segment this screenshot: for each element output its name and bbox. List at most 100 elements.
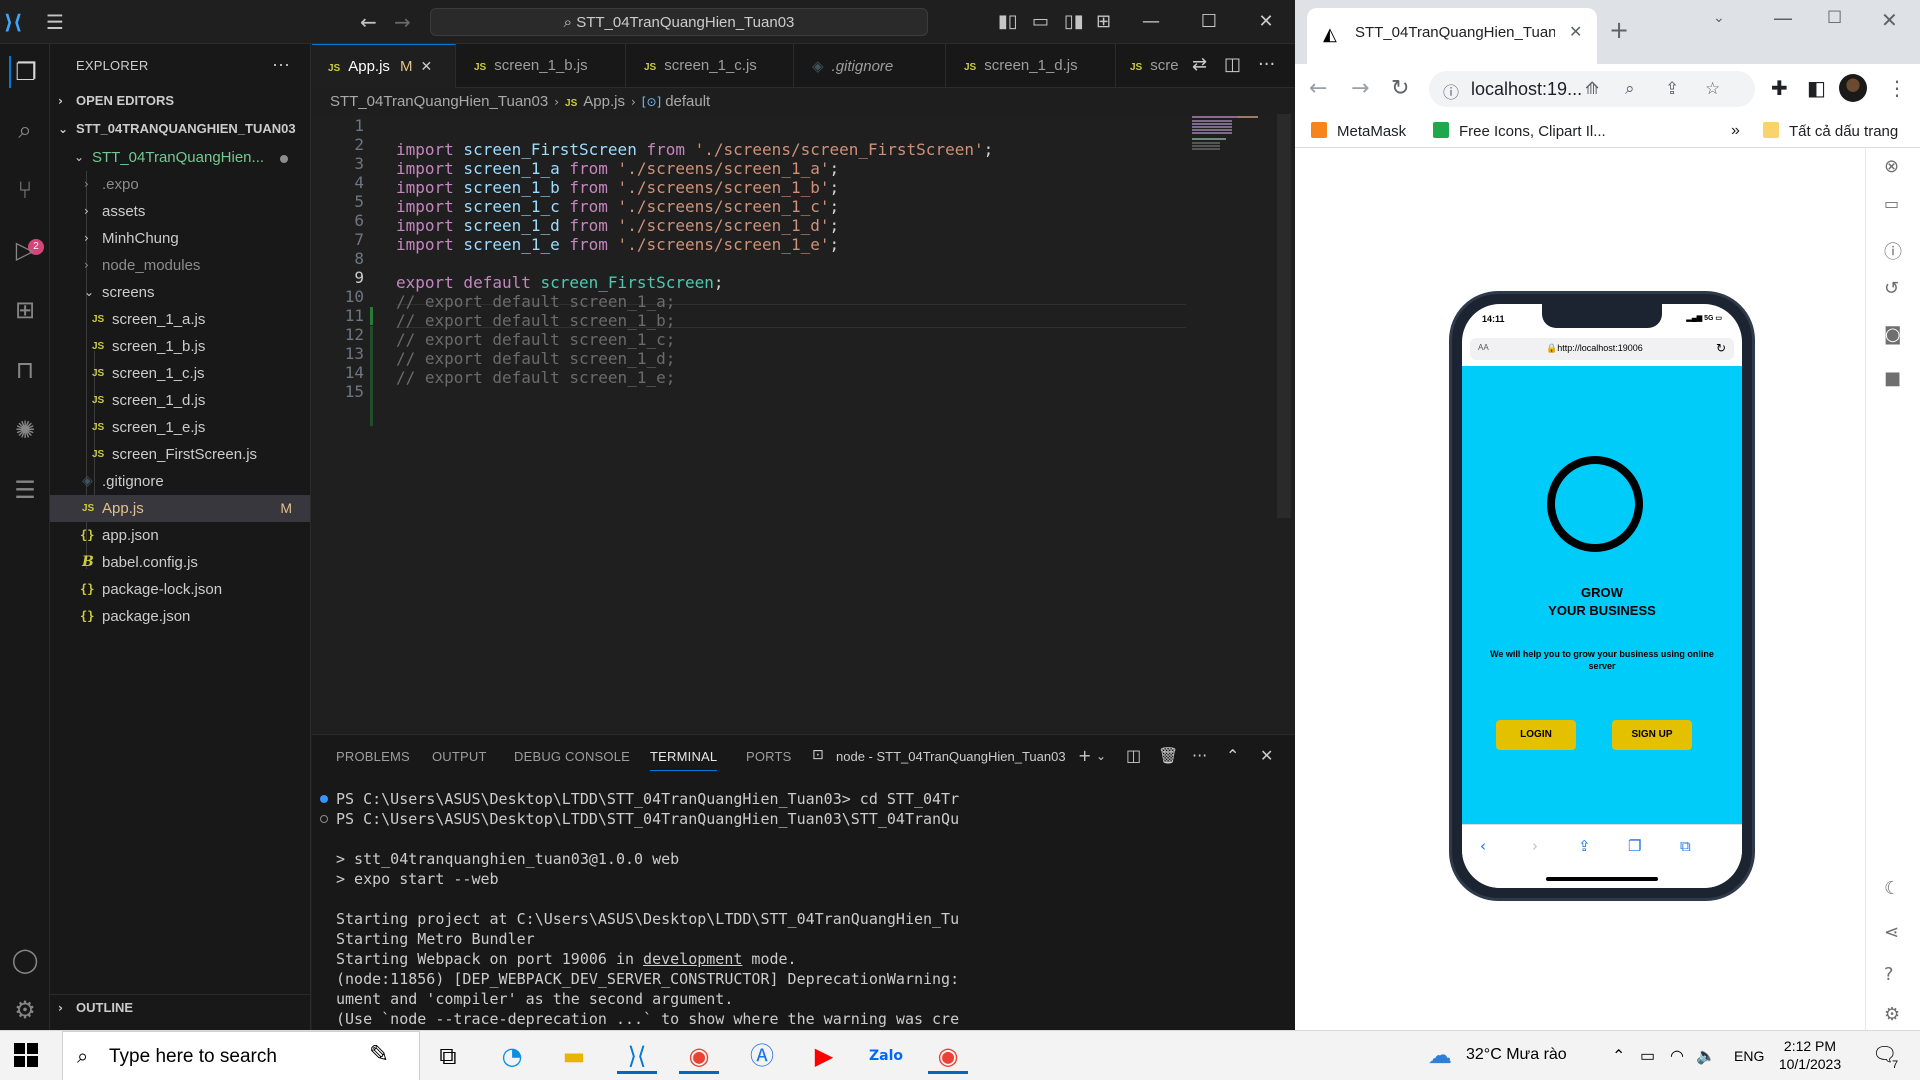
bookmark-free-icons[interactable]: Free Icons, Clipart Il... <box>1433 122 1606 140</box>
project-folder[interactable]: ⌄ STT_04TranQuangHien... <box>50 144 310 171</box>
share-icon[interactable]: ⇪ <box>1665 79 1679 99</box>
tree-item-package-lock[interactable]: {} package-lock.json <box>50 576 310 603</box>
editor-scrollbar[interactable] <box>1277 114 1291 518</box>
share-icon[interactable]: ⇪ <box>1578 837 1591 855</box>
toggle-sidebar-icon[interactable]: ▮▯ <box>998 10 1018 34</box>
hamburger-menu-icon[interactable]: ☰ <box>46 10 64 34</box>
zoom-icon[interactable]: ⌕ <box>1625 79 1635 99</box>
open-changes-icon[interactable]: ⇄ <box>1192 54 1207 75</box>
back-arrow-icon[interactable]: ← <box>1309 76 1327 101</box>
edge-icon[interactable]: ◔ <box>492 1038 532 1074</box>
bookmark-icon[interactable]: ⊓ <box>9 354 41 386</box>
reader-aa[interactable]: AA <box>1478 343 1489 352</box>
toggle-secondary-sidebar-icon[interactable]: ▯▮ <box>1064 10 1084 34</box>
avatar[interactable] <box>1839 74 1867 102</box>
settings-gear-icon[interactable]: ⚙ <box>1884 1004 1900 1025</box>
breadcrumb-folder[interactable]: STT_04TranQuangHien_Tuan03 <box>330 93 548 110</box>
forward-arrow-icon[interactable]: → <box>1351 76 1369 101</box>
camera-icon[interactable]: ◙ <box>1884 324 1901 345</box>
tree-item-screens[interactable]: ⌄ screens <box>50 279 310 306</box>
minimize-button[interactable]: — <box>1773 6 1793 30</box>
forward-arrow-icon[interactable]: → <box>394 10 411 34</box>
chrome-profile-icon[interactable]: ◉ <box>928 1038 968 1074</box>
wifi-icon[interactable]: ◠ <box>1670 1046 1684 1066</box>
language-indicator[interactable]: ENG <box>1734 1048 1764 1064</box>
tree-item-screen-firstscreen[interactable]: JS screen_FirstScreen.js <box>50 441 310 468</box>
tab-problems[interactable]: PROBLEMS <box>336 749 410 764</box>
device-frame-icon[interactable]: ▭ <box>1884 194 1899 213</box>
site-info-icon[interactable]: ⓘ <box>1443 79 1459 103</box>
workspace-section[interactable]: ⌄ STT_04TRANQUANGHIEN_TUAN03 <box>50 116 311 142</box>
terminal-name[interactable]: node - STT_04TranQuangHien_Tuan03 <box>836 749 1066 764</box>
reload-icon[interactable]: ↻ <box>1716 341 1726 355</box>
close-window-button[interactable]: ✕ <box>1881 8 1898 32</box>
zalo-icon[interactable]: Zalo <box>866 1038 906 1074</box>
tab-app-js[interactable]: JS App.js M ✕ <box>312 44 456 88</box>
tab-output[interactable]: OUTPUT <box>432 749 487 764</box>
all-bookmarks-folder[interactable]: Tất cả dấu trang <box>1763 122 1898 140</box>
tab-overflow[interactable]: JS scre <box>1116 44 1186 88</box>
phone-address-bar[interactable]: AA 🔒http://localhost:19006 ↻ <box>1470 338 1734 360</box>
forward-arrow-icon[interactable]: › <box>1532 837 1538 855</box>
app-store-icon[interactable]: Ⓐ <box>742 1038 782 1074</box>
more-actions-icon[interactable]: ··· <box>1192 746 1207 765</box>
battery-icon[interactable]: ▭ <box>1640 1046 1655 1066</box>
tree-item-assets[interactable]: › assets <box>50 198 310 225</box>
trash-icon[interactable]: 🗑 <box>1158 746 1178 765</box>
customize-layout-icon[interactable]: ⊞ <box>1096 10 1111 34</box>
chrome-icon[interactable]: ◉ <box>679 1038 719 1074</box>
minimize-button[interactable]: — <box>1122 0 1180 44</box>
tree-item-expo[interactable]: › .expo <box>50 171 310 198</box>
video-icon[interactable]: ■ <box>1884 368 1901 389</box>
toggle-panel-icon[interactable]: ▭ <box>1032 10 1049 34</box>
tree-item-screen-1-c[interactable]: JS screen_1_c.js <box>50 360 310 387</box>
login-button[interactable]: LOGIN <box>1496 720 1576 750</box>
side-panel-icon[interactable]: ◧ <box>1807 76 1826 100</box>
breadcrumb-file[interactable]: App.js <box>583 93 625 110</box>
tab-screen-1-c[interactable]: JS screen_1_c.js <box>626 44 794 88</box>
volume-icon[interactable]: 🔈 <box>1696 1046 1716 1066</box>
windows-start-icon[interactable] <box>14 1043 38 1067</box>
chevron-down-icon[interactable]: ⌄ <box>1096 749 1106 763</box>
split-terminal-icon[interactable]: ◫ <box>1126 746 1141 765</box>
more-actions-icon[interactable]: ··· <box>272 54 290 75</box>
reload-icon[interactable]: ↻ <box>1391 76 1409 101</box>
code-editor[interactable]: 1 2 3 4 5 6 7 8 9 10 11 12 13 14 15 impo… <box>312 114 1295 732</box>
timeline-icon[interactable]: ☰ <box>9 474 41 506</box>
more-actions-icon[interactable]: ··· <box>1258 54 1275 75</box>
tab-screen-1-b[interactable]: JS screen_1_b.js <box>456 44 626 88</box>
command-center[interactable]: ⌕ STT_04TranQuangHien_Tuan03 <box>430 8 928 36</box>
address-bar[interactable]: ⓘ localhost:19... ⟰ ⌕ ⇪ ☆ <box>1429 71 1755 107</box>
bookmarks-overflow-icon[interactable]: » <box>1731 122 1740 140</box>
tree-item-node-modules[interactable]: › node_modules <box>50 252 310 279</box>
maximize-panel-icon[interactable]: ⌃ <box>1226 746 1239 765</box>
close-tab-icon[interactable]: ✕ <box>1569 22 1582 41</box>
tab-screen-1-d[interactable]: JS screen_1_d.js <box>946 44 1116 88</box>
moon-icon[interactable]: ☾ <box>1884 878 1900 899</box>
chevron-up-icon[interactable]: ⌃ <box>1612 1046 1625 1066</box>
tree-item-minhchung[interactable]: › MinhChung <box>50 225 310 252</box>
maximize-button[interactable]: ☐ <box>1827 8 1842 28</box>
breadcrumb-symbol[interactable]: default <box>665 93 710 110</box>
run-debug-icon[interactable]: ▷ <box>9 234 41 266</box>
account-icon[interactable]: ◯ <box>9 944 41 976</box>
signup-button[interactable]: SIGN UP <box>1612 720 1692 750</box>
youtube-icon[interactable]: ▶ <box>804 1038 844 1074</box>
file-explorer-icon[interactable]: ▬ <box>554 1038 594 1074</box>
new-tab-icon[interactable]: + <box>1609 16 1629 44</box>
tree-item-screen-1-e[interactable]: JS screen_1_e.js <box>50 414 310 441</box>
close-window-button[interactable]: ✕ <box>1237 0 1295 44</box>
tab-terminal[interactable]: TERMINAL <box>650 749 718 771</box>
tree-item-app-json[interactable]: {} app.json <box>50 522 310 549</box>
tab-ports[interactable]: PORTS <box>746 749 792 764</box>
search-icon[interactable]: ⌕ <box>9 114 41 146</box>
tabs-icon[interactable]: ⧉ <box>1680 837 1691 855</box>
explorer-icon[interactable]: ❐ <box>9 56 41 88</box>
extensions-puzzle-icon[interactable]: ✚ <box>1771 76 1788 100</box>
bookmark-star-icon[interactable]: ☆ <box>1705 79 1720 99</box>
weather-text[interactable]: 32°C Mưa rào <box>1466 1046 1567 1064</box>
tree-item-screen-1-b[interactable]: JS screen_1_b.js <box>50 333 310 360</box>
info-icon[interactable]: ⓘ <box>1884 238 1902 264</box>
tree-item-screen-1-a[interactable]: JS screen_1_a.js <box>50 306 310 333</box>
back-arrow-icon[interactable]: ← <box>360 10 377 34</box>
